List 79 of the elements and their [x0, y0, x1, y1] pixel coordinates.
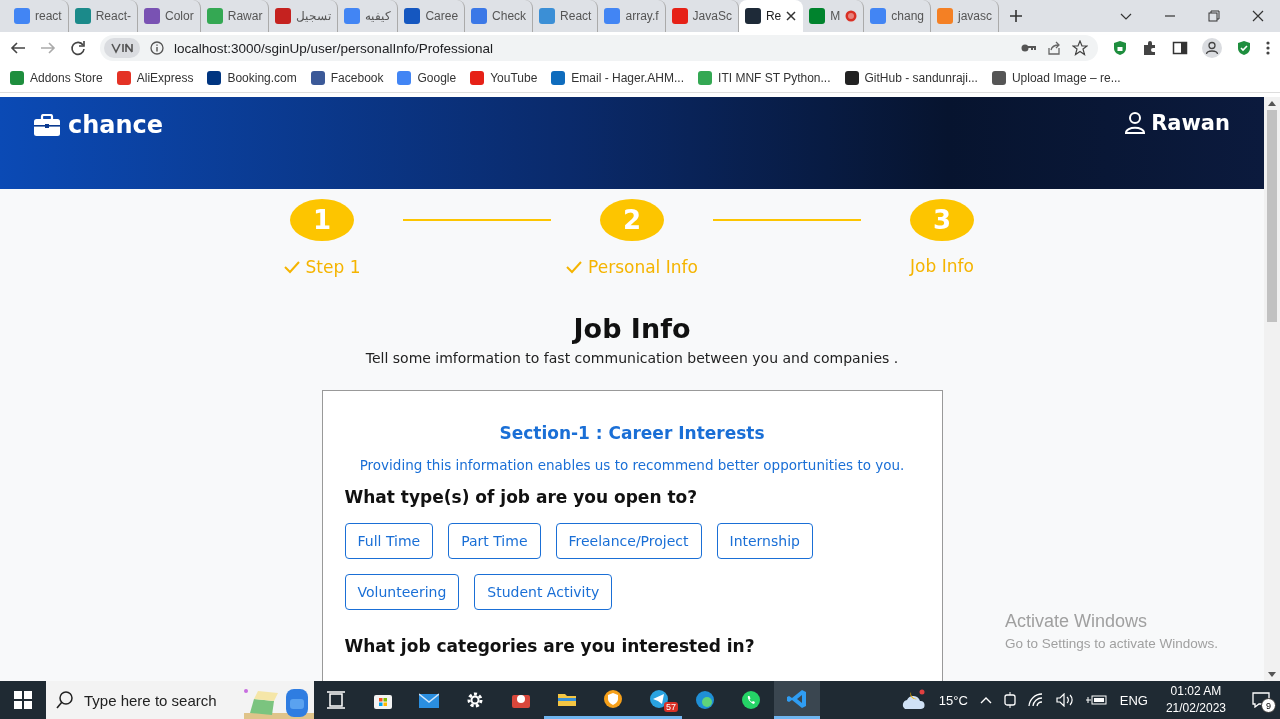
settings-icon[interactable]: [465, 690, 485, 710]
notifications-icon[interactable]: [1252, 692, 1270, 708]
search-icon: [56, 691, 74, 709]
scrollbar-thumb[interactable]: [1267, 110, 1277, 322]
step-label: Personal Info: [588, 257, 698, 277]
address-bar[interactable]: localhost:3000/sginUp/user/personalInfo/Professional: [100, 35, 1098, 61]
whatsapp-icon[interactable]: [741, 690, 761, 710]
option-button[interactable]: Volunteering: [344, 574, 460, 610]
step-label: Job Info: [910, 256, 974, 276]
close-icon[interactable]: [1252, 10, 1264, 22]
side-panel-icon[interactable]: [1172, 40, 1188, 56]
activation-title: Activate Windows: [1005, 611, 1149, 632]
section-description: Providing this information enables us to recommend better opportunities to you.: [358, 457, 906, 473]
url-text: localhost:3000/sginUp/user/personalInfo/Professional: [174, 40, 494, 56]
user-icon: [1125, 112, 1146, 134]
vpn-icon[interactable]: [104, 38, 140, 58]
temperature: 15°C: [938, 692, 968, 708]
question-label: What job categories are you interested in?: [344, 636, 756, 656]
search-bar[interactable]: Type here to search: [46, 681, 314, 719]
notification-badge: 57: [664, 702, 678, 712]
bookmark[interactable]: Email - Hager.AHM...: [551, 71, 685, 85]
bookmark[interactable]: AliExpress: [116, 71, 194, 85]
browser-shield-icon[interactable]: [603, 688, 623, 709]
activation-hint: Go to Settings to activate Windows.: [1005, 636, 1219, 651]
question-label: What type(s) of job are you open to?: [344, 487, 699, 507]
windows-start-icon[interactable]: [14, 691, 32, 709]
option-button[interactable]: Full Time: [344, 523, 434, 559]
code-editor-icon[interactable]: [787, 688, 807, 709]
step-circle: 1: [290, 199, 354, 241]
close-icon[interactable]: [786, 11, 797, 21]
battery-icon[interactable]: [1085, 694, 1108, 706]
scrollbar[interactable]: [1264, 97, 1280, 681]
share-icon[interactable]: [1046, 40, 1062, 56]
star-icon[interactable]: [1072, 40, 1088, 56]
brand-name[interactable]: chance: [68, 111, 164, 139]
bookmark[interactable]: Booking.com: [207, 71, 297, 85]
chevron-up-icon[interactable]: [979, 696, 992, 704]
step-circle: 2: [600, 199, 664, 241]
scroll-down-icon[interactable]: [1268, 672, 1276, 677]
bookmark[interactable]: Upload Image – re...: [991, 71, 1121, 85]
bookmark[interactable]: Addons Store: [10, 71, 103, 85]
scroll-up-icon[interactable]: [1268, 101, 1276, 106]
back-icon[interactable]: [10, 40, 26, 56]
section-heading: Section-1 : Career Interests: [498, 423, 766, 443]
notification-count: 9: [1261, 698, 1276, 713]
profile-icon[interactable]: [1202, 38, 1222, 58]
shield-check-icon[interactable]: [1236, 40, 1252, 56]
info-icon: [150, 41, 164, 55]
puzzle-icon[interactable]: [1142, 40, 1158, 56]
clock-date[interactable]: 21/02/2023: [1165, 700, 1226, 717]
bookmark[interactable]: GitHub - sandunraji...: [844, 71, 978, 85]
bookmark[interactable]: Google: [397, 71, 457, 85]
new-tab-icon[interactable]: [1009, 9, 1023, 23]
task-view-icon[interactable]: [327, 690, 347, 710]
wifi-icon[interactable]: [1027, 693, 1044, 707]
restore-icon[interactable]: [1208, 10, 1220, 22]
mail-icon[interactable]: [419, 690, 439, 710]
shield-icon[interactable]: [1112, 40, 1128, 56]
language-indicator[interactable]: ENG: [1119, 692, 1148, 708]
user-name[interactable]: Rawan: [1151, 111, 1230, 135]
clock-time[interactable]: 01:02 AM: [1170, 683, 1222, 700]
page-title: Job Info: [573, 313, 691, 344]
step-circle: 3: [910, 199, 974, 241]
reload-icon[interactable]: [70, 40, 86, 56]
browser-tab[interactable]: Re: [738, 0, 804, 32]
option-button[interactable]: Internship: [716, 523, 813, 559]
briefcase-icon: [34, 114, 60, 136]
step-label: Step 1: [305, 257, 361, 277]
bookmark[interactable]: YouTube: [470, 71, 538, 85]
option-button[interactable]: Student Activity: [474, 574, 613, 610]
weather-icon: [900, 689, 927, 711]
edge-icon[interactable]: [695, 690, 715, 710]
volume-icon[interactable]: [1055, 693, 1074, 707]
page-subtitle: Tell some imformation to fast communication between you and companies .: [365, 350, 899, 366]
option-button[interactable]: Freelance/Project: [555, 523, 702, 559]
bookmark[interactable]: Facebook: [310, 71, 384, 85]
more-icon[interactable]: [1266, 40, 1270, 56]
bookmark[interactable]: ITI MNF ST Python...: [698, 71, 831, 85]
option-button[interactable]: Part Time: [448, 523, 541, 559]
